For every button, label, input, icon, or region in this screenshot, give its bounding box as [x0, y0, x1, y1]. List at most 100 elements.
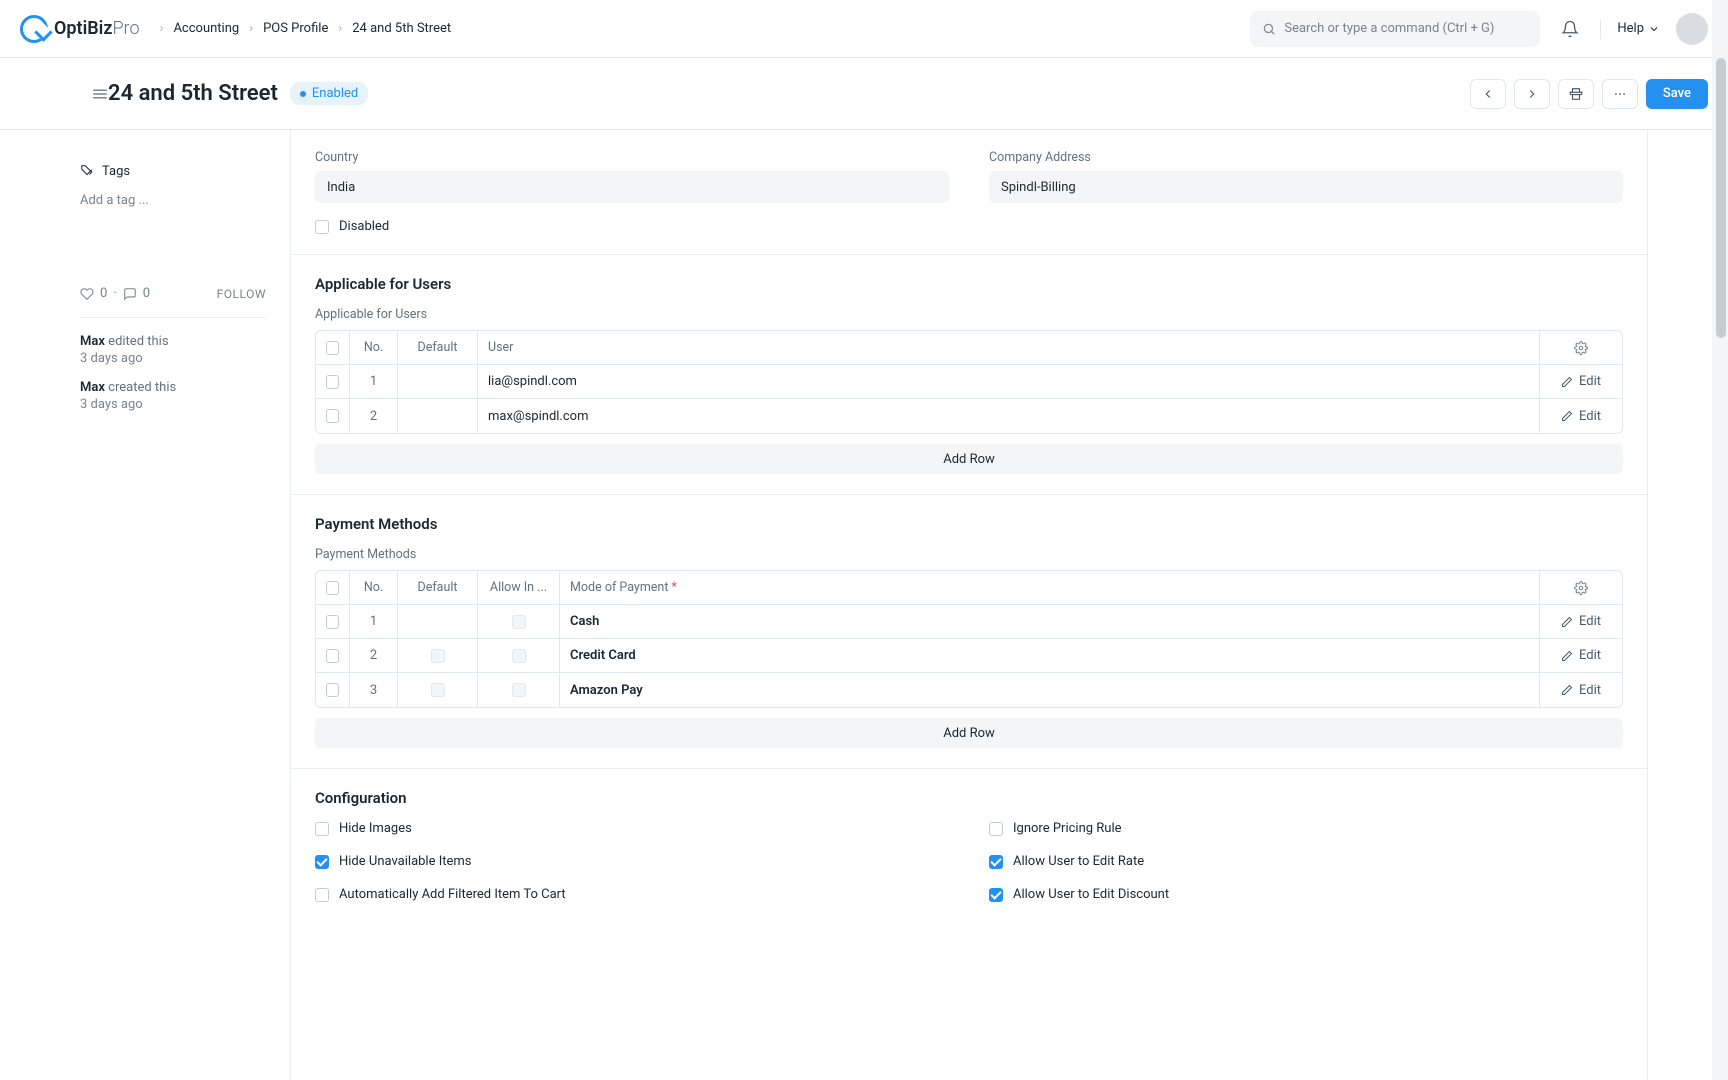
- default-checkbox[interactable]: [431, 409, 445, 423]
- add-row-button[interactable]: Add Row: [315, 718, 1623, 748]
- cell-user[interactable]: max@spindl.com: [478, 399, 1540, 433]
- country-input[interactable]: India: [315, 171, 949, 203]
- logo[interactable]: OptiBizPro: [20, 15, 140, 43]
- allow-checkbox[interactable]: [512, 649, 526, 663]
- section-title: Applicable for Users: [315, 275, 1623, 293]
- section-payment-methods: Payment Methods Payment Methods No. Defa…: [291, 495, 1647, 769]
- default-checkbox[interactable]: [431, 649, 445, 663]
- edit-button[interactable]: Edit: [1540, 365, 1622, 398]
- col-no: No.: [350, 571, 398, 604]
- allow-checkbox[interactable]: [512, 683, 526, 697]
- bell-icon: [1561, 20, 1579, 38]
- cell-no: 1: [350, 605, 398, 638]
- activity-item: Max created this 3 days ago: [80, 380, 266, 412]
- pencil-icon: [1561, 410, 1573, 422]
- edit-button[interactable]: Edit: [1540, 639, 1622, 672]
- section-configuration: Configuration Hide Images Hide Unavailab…: [291, 769, 1647, 940]
- cell-mode[interactable]: Cash: [560, 605, 1540, 638]
- notifications-button[interactable]: [1556, 15, 1584, 43]
- status-badge[interactable]: Enabled: [290, 82, 368, 105]
- breadcrumb-accounting[interactable]: Accounting: [173, 21, 239, 36]
- disabled-checkbox[interactable]: Disabled: [315, 219, 949, 234]
- logo-text: OptiBizPro: [54, 18, 140, 39]
- section-general: Country India Disabled Company Address S…: [291, 130, 1647, 255]
- gear-icon: [1574, 341, 1588, 355]
- col-user: User: [478, 331, 1540, 364]
- allow-edit-discount-checkbox[interactable]: Allow User to Edit Discount: [989, 887, 1623, 902]
- select-all-checkbox[interactable]: [326, 341, 339, 355]
- scrollbar-thumb[interactable]: [1716, 58, 1726, 338]
- save-button[interactable]: Save: [1646, 79, 1708, 109]
- topbar: OptiBizPro › Accounting › POS Profile › …: [0, 0, 1728, 58]
- heart-icon[interactable]: [80, 287, 94, 301]
- col-mode: Mode of Payment *: [560, 571, 1540, 604]
- table-row: 2 max@spindl.com Edit: [316, 399, 1622, 433]
- table-settings[interactable]: [1540, 571, 1622, 604]
- search-input[interactable]: Search or type a command (Ctrl + G): [1250, 11, 1540, 47]
- add-tag-input[interactable]: Add a tag ...: [80, 193, 266, 208]
- print-button[interactable]: [1558, 79, 1594, 109]
- cell-no: 2: [350, 639, 398, 672]
- add-row-button[interactable]: Add Row: [315, 444, 1623, 474]
- main-content: Country India Disabled Company Address S…: [290, 130, 1648, 1080]
- row-checkbox[interactable]: [326, 649, 339, 663]
- select-all-checkbox[interactable]: [326, 581, 339, 595]
- prev-button[interactable]: [1470, 79, 1506, 109]
- col-default: Default: [398, 331, 478, 364]
- cell-mode[interactable]: Credit Card: [560, 639, 1540, 672]
- like-count: 0: [100, 286, 107, 301]
- pencil-icon: [1561, 616, 1573, 628]
- edit-button[interactable]: Edit: [1540, 399, 1622, 433]
- default-checkbox[interactable]: [431, 683, 445, 697]
- pencil-icon: [1561, 650, 1573, 662]
- help-label: Help: [1617, 21, 1644, 36]
- chevron-right-icon: ›: [249, 21, 253, 36]
- section-title: Configuration: [315, 789, 1623, 807]
- divider: [80, 317, 266, 318]
- table-header: No. Default Allow In ... Mode of Payment…: [316, 571, 1622, 605]
- disabled-label: Disabled: [339, 219, 389, 234]
- comment-count: 0: [143, 286, 150, 301]
- page-title: 24 and 5th Street: [108, 81, 278, 106]
- table-row: 2 Credit Card Edit: [316, 639, 1622, 673]
- ignore-pricing-checkbox[interactable]: Ignore Pricing Rule: [989, 821, 1623, 836]
- company-address-input[interactable]: Spindl-Billing: [989, 171, 1623, 203]
- allow-checkbox[interactable]: [512, 615, 526, 629]
- default-checkbox[interactable]: [431, 615, 445, 629]
- avatar[interactable]: [1676, 13, 1708, 45]
- row-checkbox[interactable]: [326, 409, 339, 423]
- status-dot-icon: [300, 91, 306, 97]
- cell-mode[interactable]: Amazon Pay: [560, 673, 1540, 707]
- table-settings[interactable]: [1540, 331, 1622, 364]
- sidebar-toggle[interactable]: [86, 80, 114, 108]
- help-menu[interactable]: Help: [1617, 21, 1660, 36]
- row-checkbox[interactable]: [326, 615, 339, 629]
- follow-button[interactable]: FOLLOW: [217, 287, 266, 301]
- breadcrumb: › Accounting › POS Profile › 24 and 5th …: [160, 21, 452, 36]
- default-checkbox[interactable]: [431, 375, 445, 389]
- users-sublabel: Applicable for Users: [315, 307, 1623, 322]
- cell-user[interactable]: lia@spindl.com: [478, 365, 1540, 398]
- sidebar: Tags Add a tag ... 0 · 0 FOLLOW Max edit…: [0, 130, 290, 1080]
- checkbox-icon: [315, 822, 329, 836]
- next-button[interactable]: [1514, 79, 1550, 109]
- hide-images-checkbox[interactable]: Hide Images: [315, 821, 949, 836]
- more-button[interactable]: [1602, 79, 1638, 109]
- row-checkbox[interactable]: [326, 375, 339, 389]
- hide-unavailable-checkbox[interactable]: Hide Unavailable Items: [315, 854, 949, 869]
- table-row: 3 Amazon Pay Edit: [316, 673, 1622, 707]
- row-checkbox[interactable]: [326, 683, 339, 697]
- search-placeholder: Search or type a command (Ctrl + G): [1284, 21, 1494, 36]
- checkbox-icon: [989, 888, 1003, 902]
- edit-button[interactable]: Edit: [1540, 605, 1622, 638]
- company-address-label: Company Address: [989, 150, 1623, 165]
- dot-separator: ·: [113, 286, 116, 301]
- checkbox-icon: [989, 855, 1003, 869]
- edit-button[interactable]: Edit: [1540, 673, 1622, 707]
- checkbox-icon: [315, 220, 329, 234]
- comment-icon[interactable]: [123, 287, 137, 301]
- breadcrumb-pos-profile[interactable]: POS Profile: [263, 21, 328, 36]
- auto-add-filtered-checkbox[interactable]: Automatically Add Filtered Item To Cart: [315, 887, 949, 902]
- allow-edit-rate-checkbox[interactable]: Allow User to Edit Rate: [989, 854, 1623, 869]
- cell-no: 2: [350, 399, 398, 433]
